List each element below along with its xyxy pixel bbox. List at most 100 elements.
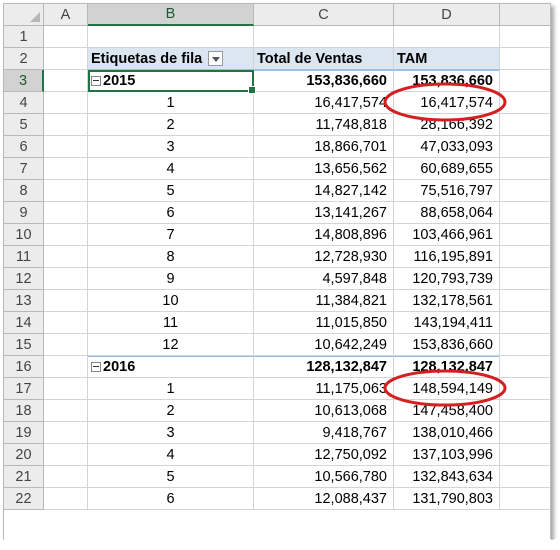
cell-c21[interactable]: 10,566,780 xyxy=(254,466,394,488)
cell-c13[interactable]: 11,384,821 xyxy=(254,290,394,312)
cell-a1[interactable] xyxy=(44,26,88,48)
cell-b14[interactable]: 11 xyxy=(88,312,254,334)
cell-a4[interactable] xyxy=(44,92,88,114)
cell-d4[interactable]: 16,417,574 xyxy=(394,92,500,114)
cell-d10[interactable]: 103,466,961 xyxy=(394,224,500,246)
cell-c14[interactable]: 11,015,850 xyxy=(254,312,394,334)
column-header-b[interactable]: B xyxy=(88,4,254,26)
row-header-5[interactable]: 5 xyxy=(4,114,44,136)
cell-c10[interactable]: 14,808,896 xyxy=(254,224,394,246)
column-header-e[interactable] xyxy=(500,4,550,26)
cell-e16[interactable] xyxy=(500,356,550,378)
row-header-15[interactable]: 15 xyxy=(4,334,44,356)
cell-e15[interactable] xyxy=(500,334,550,356)
cell-e20[interactable] xyxy=(500,444,550,466)
cell-a14[interactable] xyxy=(44,312,88,334)
cell-b5[interactable]: 2 xyxy=(88,114,254,136)
cell-d18[interactable]: 147,458,400 xyxy=(394,400,500,422)
cell-e7[interactable] xyxy=(500,158,550,180)
row-header-4[interactable]: 4 xyxy=(4,92,44,114)
cell-a3[interactable] xyxy=(44,70,88,92)
cell-b6[interactable]: 3 xyxy=(88,136,254,158)
cell-e11[interactable] xyxy=(500,246,550,268)
cell-e2[interactable] xyxy=(500,48,550,70)
cell-e6[interactable] xyxy=(500,136,550,158)
cell-e17[interactable] xyxy=(500,378,550,400)
cell-a5[interactable] xyxy=(44,114,88,136)
row-header-17[interactable]: 17 xyxy=(4,378,44,400)
row-header-7[interactable]: 7 xyxy=(4,158,44,180)
cell-c5[interactable]: 11,748,818 xyxy=(254,114,394,136)
cell-c3[interactable]: 153,836,660 xyxy=(254,70,394,92)
cell-e14[interactable] xyxy=(500,312,550,334)
row-header-19[interactable]: 19 xyxy=(4,422,44,444)
cell-c20[interactable]: 12,750,092 xyxy=(254,444,394,466)
cell-a21[interactable] xyxy=(44,466,88,488)
cell-a11[interactable] xyxy=(44,246,88,268)
cell-d19[interactable]: 138,010,466 xyxy=(394,422,500,444)
row-header-20[interactable]: 20 xyxy=(4,444,44,466)
cell-d16[interactable]: 128,132,847 xyxy=(394,356,500,378)
cell-a13[interactable] xyxy=(44,290,88,312)
pivot-total-header[interactable]: Total de Ventas xyxy=(254,48,394,70)
cell-a12[interactable] xyxy=(44,268,88,290)
cell-c18[interactable]: 10,613,068 xyxy=(254,400,394,422)
cell-e10[interactable] xyxy=(500,224,550,246)
year-label-2015[interactable]: 2015 xyxy=(88,70,256,94)
cell-d22[interactable]: 131,790,803 xyxy=(394,488,500,510)
cell-c11[interactable]: 12,728,930 xyxy=(254,246,394,268)
cell-b20[interactable]: 4 xyxy=(88,444,254,466)
cell-a6[interactable] xyxy=(44,136,88,158)
cell-e1[interactable] xyxy=(500,26,550,48)
cell-b15[interactable]: 12 xyxy=(88,334,254,356)
pivot-tam-header[interactable]: TAM xyxy=(394,48,500,70)
cell-c6[interactable]: 18,866,701 xyxy=(254,136,394,158)
year-label-2016[interactable]: 2016 xyxy=(88,356,254,378)
cell-b9[interactable]: 6 xyxy=(88,202,254,224)
cell-a20[interactable] xyxy=(44,444,88,466)
row-header-10[interactable]: 10 xyxy=(4,224,44,246)
cell-a18[interactable] xyxy=(44,400,88,422)
cell-a19[interactable] xyxy=(44,422,88,444)
cell-c1[interactable] xyxy=(254,26,394,48)
cell-b7[interactable]: 4 xyxy=(88,158,254,180)
cell-e9[interactable] xyxy=(500,202,550,224)
cell-e22[interactable] xyxy=(500,488,550,510)
cell-b19[interactable]: 3 xyxy=(88,422,254,444)
cell-b21[interactable]: 5 xyxy=(88,466,254,488)
cell-a10[interactable] xyxy=(44,224,88,246)
cell-d17[interactable]: 148,594,149 xyxy=(394,378,500,400)
row-header-9[interactable]: 9 xyxy=(4,202,44,224)
cell-a9[interactable] xyxy=(44,202,88,224)
row-header-13[interactable]: 13 xyxy=(4,290,44,312)
cell-b18[interactable]: 2 xyxy=(88,400,254,422)
cell-d21[interactable]: 132,843,634 xyxy=(394,466,500,488)
pivot-row-labels-header[interactable]: Etiquetas de fila xyxy=(88,48,254,70)
collapse-icon[interactable] xyxy=(91,76,101,86)
cell-b12[interactable]: 9 xyxy=(88,268,254,290)
row-header-2[interactable]: 2 xyxy=(4,48,44,70)
column-header-a[interactable]: A xyxy=(44,4,88,26)
cell-b10[interactable]: 7 xyxy=(88,224,254,246)
select-all-corner[interactable] xyxy=(4,4,44,26)
cell-d6[interactable]: 47,033,093 xyxy=(394,136,500,158)
cell-b1[interactable] xyxy=(88,26,254,48)
row-header-1[interactable]: 1 xyxy=(4,26,44,48)
cell-b4[interactable]: 1 xyxy=(88,92,254,114)
cell-e8[interactable] xyxy=(500,180,550,202)
row-header-8[interactable]: 8 xyxy=(4,180,44,202)
cell-e18[interactable] xyxy=(500,400,550,422)
cell-a7[interactable] xyxy=(44,158,88,180)
cell-b22[interactable]: 6 xyxy=(88,488,254,510)
cell-c22[interactable]: 12,088,437 xyxy=(254,488,394,510)
cell-b8[interactable]: 5 xyxy=(88,180,254,202)
collapse-icon[interactable] xyxy=(91,362,101,372)
cell-c9[interactable]: 13,141,267 xyxy=(254,202,394,224)
cell-d9[interactable]: 88,658,064 xyxy=(394,202,500,224)
cell-d1[interactable] xyxy=(394,26,500,48)
cell-c19[interactable]: 9,418,767 xyxy=(254,422,394,444)
row-header-11[interactable]: 11 xyxy=(4,246,44,268)
cell-b11[interactable]: 8 xyxy=(88,246,254,268)
cell-b13[interactable]: 10 xyxy=(88,290,254,312)
cell-e12[interactable] xyxy=(500,268,550,290)
